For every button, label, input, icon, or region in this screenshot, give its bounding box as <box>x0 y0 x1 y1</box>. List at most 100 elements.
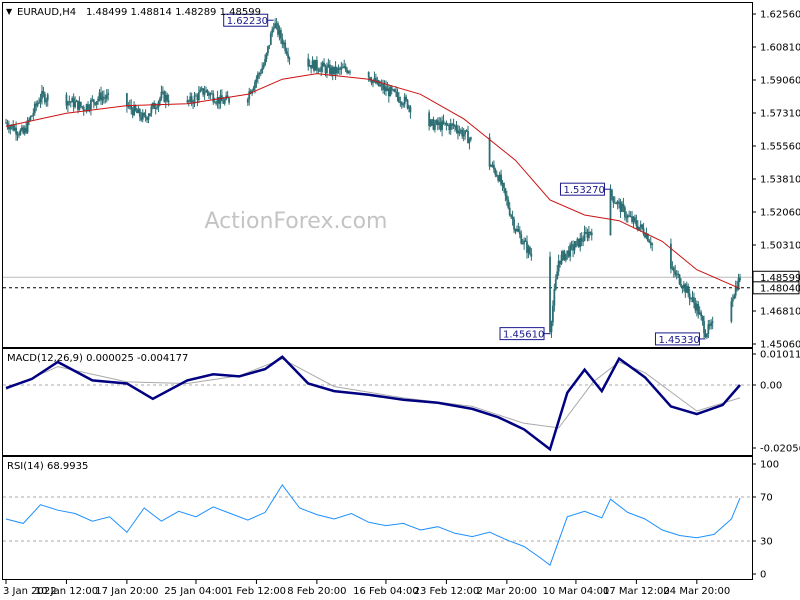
x-tick-label: 10 Jan 12:00 <box>35 586 98 597</box>
price-y-tick-label: 1.52060 <box>760 208 800 219</box>
candle-body <box>9 126 12 130</box>
candle-body <box>349 71 351 73</box>
candle-body <box>550 322 553 333</box>
price-y-tick-label: 1.46810 <box>760 307 800 318</box>
candle-body <box>405 96 408 100</box>
x-tick-label: 1 Feb 12:00 <box>227 586 286 597</box>
x-tick-label: 17 Jan 20:00 <box>95 586 158 597</box>
candle-body <box>622 203 625 208</box>
price-y-tick-label: 1.55560 <box>760 142 800 153</box>
candle-body <box>468 139 471 144</box>
candle-body <box>82 107 85 111</box>
x-tick-label: 24 Mar 20:00 <box>663 586 730 597</box>
price-y-tick-label: 1.60810 <box>760 43 800 54</box>
candle-body <box>693 297 695 303</box>
candle-body <box>575 241 577 248</box>
price-y-tick-label: 1.57310 <box>760 109 800 120</box>
candle-body <box>641 224 644 229</box>
candle-body <box>513 219 515 230</box>
candle-body <box>409 106 412 113</box>
candle-body <box>393 89 396 92</box>
candle-body <box>288 58 291 60</box>
candle-body <box>212 93 215 102</box>
candle-body <box>267 46 269 54</box>
candle-body <box>552 305 554 323</box>
candle-body <box>612 196 615 203</box>
candle-body <box>455 125 458 130</box>
candle-body <box>611 189 613 197</box>
watermark: ActionForex.com <box>205 209 388 234</box>
candle-body <box>134 105 137 111</box>
candle-body <box>507 199 510 208</box>
dropdown-arrow-icon[interactable]: ▼ <box>6 7 13 16</box>
candle-body <box>79 101 82 107</box>
price-y-tick-label: 1.59060 <box>760 76 800 87</box>
candle-body <box>15 127 17 135</box>
candle-body <box>262 64 265 69</box>
candle-body <box>703 320 705 334</box>
rsi-panel-frame <box>2 456 753 580</box>
candle-body <box>166 94 169 101</box>
candle-body <box>490 166 492 168</box>
chart-window: ActionForex.com 1.622301.456101.532701.4… <box>2 2 800 597</box>
rsi-y-tick-label: 30 <box>760 537 773 548</box>
candle-body <box>678 274 681 284</box>
candle-body <box>46 94 49 101</box>
annotation-label: 1.53270 <box>563 185 604 196</box>
candle-body <box>45 100 48 103</box>
x-tick-label: 8 Feb 20:00 <box>287 586 346 597</box>
candle-body <box>190 96 193 103</box>
candle-body <box>583 231 586 241</box>
candle-body <box>677 273 680 275</box>
candle-body <box>323 62 325 67</box>
candle-body <box>255 78 258 82</box>
candle-body <box>265 53 268 60</box>
x-tick-label: 17 Mar 12:00 <box>603 586 670 597</box>
candle-body <box>272 28 275 30</box>
rsi-y-axis: 100 70 30 0 <box>752 460 779 581</box>
candle-body <box>705 333 708 338</box>
x-tick-label: 10 Mar 04:00 <box>543 586 610 597</box>
candle-body <box>517 228 520 232</box>
candle-body <box>203 92 206 95</box>
candle-body <box>635 220 638 226</box>
candle-body <box>317 69 320 71</box>
candle-body <box>530 253 533 257</box>
candle-body <box>167 100 170 103</box>
candle-body <box>651 243 654 245</box>
candle-body <box>700 312 703 317</box>
candle-body <box>32 112 35 116</box>
dashed-level-label: 1.48040 <box>760 283 800 294</box>
candle-body <box>730 301 733 322</box>
candle-body <box>144 115 147 118</box>
candle-body <box>701 316 704 321</box>
candle-body <box>510 215 513 217</box>
candle-body <box>687 286 690 294</box>
candle-body <box>264 59 266 65</box>
symbol-header: EURAUD,H4 <box>17 7 76 18</box>
candle-body <box>549 256 551 333</box>
candle-body <box>254 81 256 89</box>
candle-body <box>739 277 741 280</box>
candle-body <box>279 30 282 39</box>
candle-body <box>642 228 645 235</box>
candle-body <box>634 217 636 221</box>
candle-body <box>623 207 626 218</box>
candle-body <box>92 99 95 103</box>
candle-body <box>256 73 259 79</box>
candle-body <box>269 33 272 45</box>
candle-body <box>42 91 45 94</box>
candle-body <box>503 183 505 189</box>
candle-body <box>492 164 495 170</box>
candle-body <box>127 106 130 108</box>
candle-body <box>29 116 32 121</box>
price-y-tick-label: 1.62560 <box>760 10 800 21</box>
candle-body <box>147 116 150 120</box>
candle-body <box>39 98 42 103</box>
candle-body <box>508 207 511 216</box>
candle-body <box>505 195 508 200</box>
candle-body <box>160 91 163 99</box>
candle-body <box>31 115 33 117</box>
candle-body <box>149 113 151 117</box>
candle-body <box>458 131 461 134</box>
